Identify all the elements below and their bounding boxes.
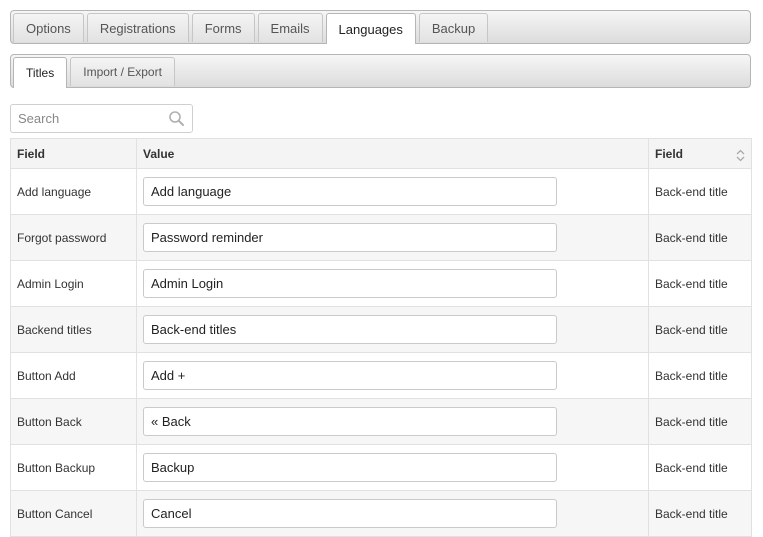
row-value-cell: [136, 214, 649, 261]
column-header-value: Value: [136, 138, 649, 169]
column-header-type[interactable]: Field: [648, 138, 752, 169]
search-input[interactable]: [18, 110, 163, 127]
tab-languages[interactable]: Languages: [325, 13, 416, 44]
table-row: Admin Login Back-end title: [10, 260, 752, 307]
table-row: Button Cancel Back-end title: [10, 490, 752, 537]
row-field-type: Back-end title: [648, 352, 752, 399]
value-input[interactable]: [143, 223, 557, 252]
row-field-type: Back-end title: [648, 444, 752, 491]
tab-import-export[interactable]: Import / Export: [70, 57, 175, 86]
row-field-type: Back-end title: [648, 260, 752, 307]
search-icon[interactable]: [168, 110, 185, 127]
value-input[interactable]: [143, 177, 557, 206]
table-row: Button Add Back-end title: [10, 352, 752, 399]
tab-emails[interactable]: Emails: [257, 13, 323, 42]
row-value-cell: [136, 490, 649, 537]
value-input[interactable]: [143, 269, 557, 298]
row-field-type: Back-end title: [648, 398, 752, 445]
row-field-name: Admin Login: [10, 260, 137, 307]
row-field-type: Back-end title: [648, 168, 752, 215]
row-value-cell: [136, 260, 649, 307]
table-row: Forgot password Back-end title: [10, 214, 752, 261]
column-header-field: Field: [10, 138, 137, 169]
value-input[interactable]: [143, 361, 557, 390]
table-row: Button Backup Back-end title: [10, 444, 752, 491]
row-field-type: Back-end title: [648, 306, 752, 353]
tab-forms[interactable]: Forms: [191, 13, 255, 42]
row-field-name: Button Add: [10, 352, 137, 399]
value-input[interactable]: [143, 499, 557, 528]
tab-registrations[interactable]: Registrations: [86, 13, 189, 42]
row-field-name: Button Backup: [10, 444, 137, 491]
row-field-name: Button Cancel: [10, 490, 137, 537]
row-field-name: Button Back: [10, 398, 137, 445]
value-input[interactable]: [143, 453, 557, 482]
row-value-cell: [136, 444, 649, 491]
table-row: Add language Back-end title: [10, 168, 752, 215]
row-value-cell: [136, 398, 649, 445]
row-field-name: Forgot password: [10, 214, 137, 261]
row-value-cell: [136, 306, 649, 353]
tab-titles[interactable]: Titles: [13, 57, 68, 88]
row-field-name: Backend titles: [10, 306, 137, 353]
table-row: Button Back Back-end title: [10, 398, 752, 445]
table-row: Backend titles Back-end title: [10, 306, 752, 353]
tab-backup[interactable]: Backup: [418, 13, 489, 42]
tab-options[interactable]: Options: [13, 13, 84, 42]
sub-tab-bar: Titles Import / Export: [10, 54, 751, 88]
column-header-type-label: Field: [655, 146, 684, 161]
value-input[interactable]: [143, 407, 557, 436]
table-header-row: Field Value Field: [10, 138, 752, 169]
value-input[interactable]: [143, 315, 557, 344]
row-field-name: Add language: [10, 168, 137, 215]
main-tab-bar: Options Registrations Forms Emails Langu…: [10, 10, 751, 44]
row-value-cell: [136, 168, 649, 215]
row-value-cell: [136, 352, 649, 399]
titles-table: Field Value Field Add language Back-end …: [10, 138, 752, 537]
search-box: [10, 104, 193, 133]
sort-arrows-icon[interactable]: [736, 149, 745, 162]
row-field-type: Back-end title: [648, 490, 752, 537]
row-field-type: Back-end title: [648, 214, 752, 261]
